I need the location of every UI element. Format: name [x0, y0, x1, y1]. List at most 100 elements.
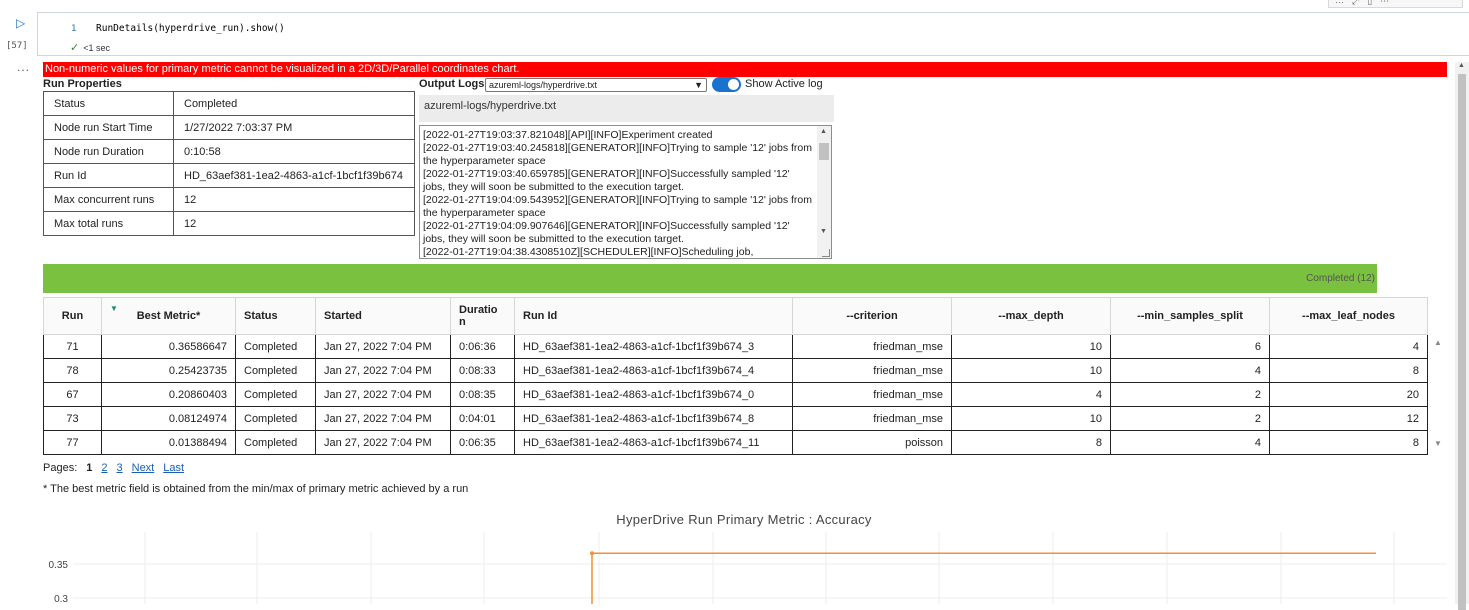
cell-best-metric: 0.08124974: [101, 406, 236, 431]
runs-scrollbar[interactable]: ▲ ▼: [1429, 335, 1447, 453]
cell-status: Completed: [235, 358, 316, 383]
log-lines: [2022-01-27T19:03:37.821048][API][INFO]E…: [423, 129, 813, 258]
y-tick-label: 0.35: [49, 560, 69, 571]
scroll-up-icon[interactable]: ▲: [1434, 338, 1442, 347]
cell-max-depth: 10: [951, 406, 1111, 431]
cell-run-id: HD_63aef381-1ea2-4863-a1cf-1bcf1f39b674_…: [514, 382, 793, 407]
run-property-value: HD_63aef381-1ea2-4863-a1cf-1bcf1f39b674: [173, 163, 415, 188]
best-metric-footnote: * The best metric field is obtained from…: [43, 483, 469, 495]
column-header-duration[interactable]: Duratio n: [450, 297, 515, 335]
page-scrollbar[interactable]: ▲: [1455, 62, 1469, 610]
table-row[interactable]: 78 0.25423735 Completed Jan 27, 2022 7:04 P…: [43, 358, 1428, 383]
cell-best-metric: 0.01388494: [101, 430, 236, 455]
column-header-status[interactable]: Status: [235, 297, 316, 335]
cell-max-depth: 8: [951, 430, 1111, 455]
scroll-down-icon[interactable]: ▼: [1434, 439, 1442, 448]
runs-table-container: Run Best Metric* ▼ Status Started Duratio n Ru…: [43, 297, 1447, 455]
scroll-thumb[interactable]: [1458, 74, 1466, 610]
column-header-max-depth[interactable]: --max_depth: [951, 297, 1111, 335]
last-page-link[interactable]: Last: [163, 462, 184, 474]
column-header-label: --max_depth: [998, 310, 1064, 322]
cell-started: Jan 27, 2022 7:04 PM: [315, 334, 451, 359]
cell-max-depth: 10: [951, 334, 1111, 359]
cell-duration: 0:04:01: [450, 406, 515, 431]
scroll-thumb[interactable]: [819, 143, 829, 160]
table-row[interactable]: 73 0.08124974 Completed Jan 27, 2022 7:04 P…: [43, 406, 1428, 431]
run-property-value: 1/27/2022 7:03:37 PM: [173, 115, 415, 140]
data-point[interactable]: [590, 551, 594, 556]
run-property-row: Run Id HD_63aef381-1ea2-4863-a1cf-1bcf1f3…: [43, 163, 415, 188]
execution-status: ✓ <1 sec: [70, 41, 110, 54]
y-tick-label: 0.3: [54, 594, 68, 604]
cell-max-leaf-nodes: 4: [1269, 334, 1428, 359]
column-header-best-metric[interactable]: Best Metric* ▼: [101, 297, 236, 335]
log-line: [2022-01-27T19:03:37.821048][API][INFO]E…: [423, 129, 713, 141]
log-line: [2022-01-27T19:04:38.4308510Z][SCHEDULER…: [423, 246, 754, 258]
column-header-started[interactable]: Started: [315, 297, 451, 335]
column-header-max-leaf-nodes[interactable]: --max_leaf_nodes: [1269, 297, 1428, 335]
page-link-2[interactable]: 2: [101, 462, 107, 474]
chart-title: HyperDrive Run Primary Metric : Accuracy: [616, 512, 872, 527]
table-row[interactable]: 71 0.36586647 Completed Jan 27, 2022 7:04 P…: [43, 334, 1428, 359]
page-link-3[interactable]: 3: [117, 462, 123, 474]
cell-max-depth: 10: [951, 358, 1111, 383]
series-line: [591, 552, 1376, 604]
log-file-header: azureml-logs/hyperdrive.txt: [419, 95, 834, 122]
execution-count: [57]: [6, 41, 28, 51]
log-output-box[interactable]: [2022-01-27T19:03:37.821048][API][INFO]E…: [419, 125, 832, 259]
show-active-log-toggle[interactable]: [712, 77, 741, 92]
show-active-log-label: Show Active log: [745, 78, 823, 90]
table-row[interactable]: 67 0.20860403 Completed Jan 27, 2022 7:04 P…: [43, 382, 1428, 407]
expand-icon[interactable]: ⤢: [1352, 0, 1359, 7]
cell-best-metric: 0.20860403: [101, 382, 236, 407]
cell-criterion: friedman_mse: [792, 406, 952, 431]
output-logs-title: Output Logs: [419, 78, 485, 90]
next-page-link[interactable]: Next: [132, 462, 155, 474]
progress-fill: [43, 264, 1377, 293]
column-header-min-samples-split[interactable]: --min_samples_split: [1110, 297, 1270, 335]
cell-run-id: HD_63aef381-1ea2-4863-a1cf-1bcf1f39b674_…: [514, 406, 793, 431]
cell-criterion: friedman_mse: [792, 382, 952, 407]
cell-started: Jan 27, 2022 7:04 PM: [315, 430, 451, 455]
cell-toolbar: ··· ⤢ ▯ ⋯: [1328, 0, 1463, 8]
cell-duration: 0:08:35: [450, 382, 515, 407]
scroll-up-icon[interactable]: ▲: [1458, 62, 1465, 69]
column-header-run[interactable]: Run: [43, 297, 102, 335]
sort-desc-icon[interactable]: ▼: [110, 304, 118, 313]
table-row[interactable]: 77 0.01388494 Completed Jan 27, 2022 7:04 P…: [43, 430, 1428, 455]
column-header-label: --max_leaf_nodes: [1302, 310, 1395, 322]
code-editor[interactable]: [37, 12, 1469, 56]
cell-started: Jan 27, 2022 7:04 PM: [315, 358, 451, 383]
run-property-row: Node run Start Time 1/27/2022 7:03:37 PM: [43, 115, 415, 140]
column-header-run-id[interactable]: Run Id: [514, 297, 793, 335]
run-property-value: Completed: [173, 91, 415, 116]
cell-min-samples-split: 4: [1110, 430, 1270, 455]
split-icon[interactable]: ▯: [1367, 0, 1372, 7]
log-line: [2022-01-27T19:03:40.659785][GENERATOR][…: [423, 168, 790, 193]
log-file-select[interactable]: azureml-logs/hyperdrive.txt ▼: [485, 78, 707, 92]
cell-min-samples-split: 2: [1110, 406, 1270, 431]
column-header-label: Started: [324, 310, 362, 322]
cell-run-id: HD_63aef381-1ea2-4863-a1cf-1bcf1f39b674_…: [514, 430, 793, 455]
runs-table: Run Best Metric* ▼ Status Started Duratio n Ru…: [43, 297, 1428, 455]
scroll-up-icon[interactable]: ▲: [820, 128, 827, 135]
menu-icon[interactable]: ⋯: [1380, 0, 1389, 7]
pagination: Pages: 1 2 3 Next Last: [43, 462, 184, 474]
resize-grip-icon[interactable]: [822, 249, 830, 257]
run-property-key: Status: [43, 91, 174, 116]
cell-started: Jan 27, 2022 7:04 PM: [315, 406, 451, 431]
run-property-value: 12: [173, 187, 415, 212]
cell-status: Completed: [235, 382, 316, 407]
column-header-criterion[interactable]: --criterion: [792, 297, 952, 335]
output-menu-icon[interactable]: ...: [17, 60, 30, 74]
scroll-down-icon[interactable]: ▼: [820, 228, 827, 235]
more-icon[interactable]: ···: [1335, 0, 1344, 7]
cell-run: 67: [43, 382, 102, 407]
cell-run: 73: [43, 406, 102, 431]
code-line[interactable]: RunDetails(hyperdrive_run).show(): [96, 23, 285, 34]
column-header-label: Duratio n: [459, 304, 498, 328]
log-scrollbar[interactable]: ▲ ▼: [817, 126, 831, 258]
cell-min-samples-split: 4: [1110, 358, 1270, 383]
run-cell-icon[interactable]: ▷: [16, 16, 30, 30]
cell-min-samples-split: 6: [1110, 334, 1270, 359]
